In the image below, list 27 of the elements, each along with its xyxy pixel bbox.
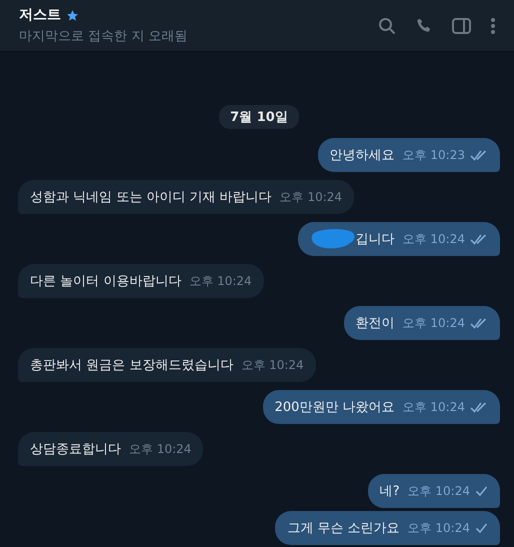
message-time: 오후 10:23 <box>402 146 465 164</box>
message-time: 오후 10:24 <box>402 398 465 416</box>
last-seen-status: 마지막으로 접속한 지 오래됨 <box>19 28 188 45</box>
message-time: 오후 10:24 <box>408 520 470 536</box>
message-time: 오후 10:24 <box>129 440 192 458</box>
message-time: 오후 10:24 <box>241 356 304 374</box>
message-text: 그게 무슨 소린가요 <box>287 520 400 537</box>
message-time: 오후 10:24 <box>280 188 342 206</box>
more-menu-icon[interactable] <box>490 16 496 34</box>
message-text: 총판봐서 원금은 보장해드렸습니다 <box>30 357 234 374</box>
phone-icon[interactable] <box>415 16 433 34</box>
message-text: 환전이 <box>356 315 395 332</box>
message-text: 네? <box>380 483 400 500</box>
message-time: 오후 10:24 <box>408 482 470 500</box>
message-text: 다른 놀이터 이용바랍니다 <box>30 273 182 290</box>
search-icon[interactable] <box>378 16 396 34</box>
message-time: 오후 10:24 <box>402 230 465 248</box>
message-time: 오후 10:24 <box>189 272 252 290</box>
message-time: 오후 10:24 <box>402 314 465 332</box>
message-text: 200만원만 나왔어요 <box>274 399 395 416</box>
message-text: 안녕하세요 <box>330 147 395 164</box>
contact-name: 저스트 <box>19 6 61 24</box>
message-text: 성함과 닉네임 또는 아이디 기재 바랍니다 <box>30 189 272 206</box>
message-text: 상담종료합니다 <box>30 441 121 458</box>
message-text: 깁니다 <box>356 231 395 248</box>
sidebar-toggle-icon[interactable] <box>452 18 471 34</box>
date-label: 7월 10일 <box>219 105 299 129</box>
